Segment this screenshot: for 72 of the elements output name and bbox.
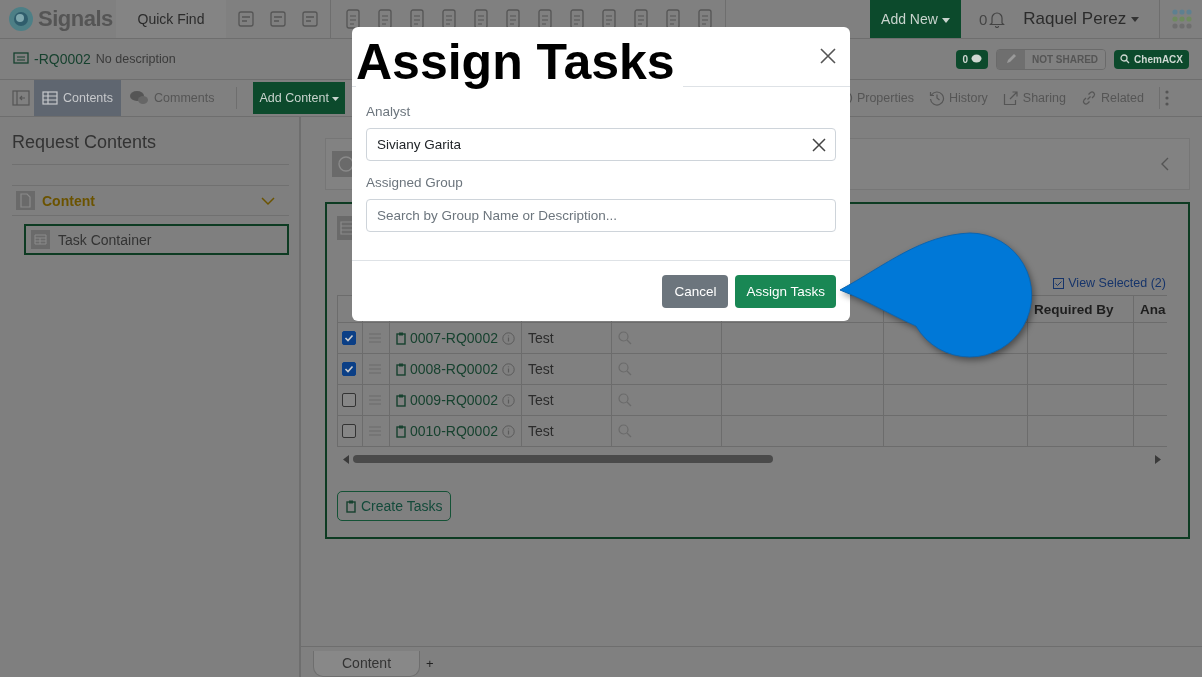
column-header[interactable]: Ana (1133, 296, 1167, 322)
table-cell: Test (528, 423, 554, 439)
sidebar-title: Request Contents (12, 117, 289, 165)
check-icon (344, 333, 354, 343)
clear-icon[interactable] (812, 138, 826, 152)
quick-find-button[interactable]: Quick Find (116, 0, 226, 38)
table-icon (42, 91, 58, 105)
cancel-button[interactable]: Cancel (662, 275, 729, 308)
chemacx-search-button[interactable]: ChemACX (1114, 49, 1189, 69)
collapse-panel-icon[interactable] (12, 90, 30, 106)
add-tab-button[interactable]: + (426, 656, 434, 671)
caret-icon (332, 96, 340, 101)
task-id-link[interactable]: 0009-RQ0002 (410, 392, 498, 408)
scroll-right-icon[interactable] (1155, 454, 1161, 464)
checkbox-icon (1053, 277, 1065, 289)
sheet-tab[interactable]: Content (313, 651, 421, 677)
add-content-button[interactable]: Add Content (253, 82, 346, 114)
row-checkbox[interactable] (342, 362, 356, 376)
clipboard-icon (396, 362, 406, 376)
record-description: No description (95, 52, 176, 66)
clipboard-icon (396, 424, 406, 438)
caret-icon (941, 17, 950, 23)
table-cell: Test (528, 392, 554, 408)
assign-tasks-button[interactable]: Assign Tasks (735, 275, 836, 308)
section-header[interactable]: Content (12, 185, 289, 216)
create-tasks-button[interactable]: Create Tasks (337, 491, 452, 521)
info-icon (332, 151, 354, 177)
speech-bubbles-icon (129, 90, 150, 106)
row-checkbox[interactable] (342, 424, 356, 438)
view-tab[interactable]: Contents (34, 80, 122, 116)
pencil-icon (1004, 53, 1017, 65)
notification-count: 0 (978, 10, 988, 28)
info-icon[interactable] (501, 424, 515, 438)
clipboard-icon (396, 393, 406, 407)
more-options-icon[interactable] (1164, 89, 1170, 107)
scroll-left-icon[interactable] (343, 454, 349, 464)
history-icon (928, 90, 945, 106)
view-selected-link[interactable]: View Selected (2) (1053, 276, 1166, 290)
logo-icon (8, 6, 34, 32)
check-icon (344, 364, 354, 374)
sidebar-item[interactable]: Task Container (24, 224, 289, 255)
bell-icon[interactable] (989, 10, 1006, 28)
row-checkbox[interactable] (342, 393, 356, 407)
speech-bubble-icon (970, 54, 982, 64)
user-menu[interactable]: Raquel Perez (1023, 9, 1139, 29)
record-id: -RQ0002 (34, 51, 91, 67)
clipboard-icon (396, 331, 406, 345)
group-search-field[interactable]: Search by Group Name or Description... (366, 199, 836, 232)
clipboard-icon[interactable] (375, 8, 395, 30)
close-icon[interactable] (820, 48, 836, 64)
task-id-link[interactable]: 0008-RQ0002 (410, 361, 498, 377)
layout-icon[interactable] (236, 9, 256, 29)
table-cell: Test (528, 330, 554, 346)
comment-count-button[interactable]: 0 (956, 49, 988, 69)
info-icon[interactable] (501, 331, 515, 345)
field-label: Analyst (366, 104, 412, 119)
field-label: Assigned Group (366, 175, 464, 190)
request-icon (13, 52, 29, 66)
caret-icon (1131, 17, 1139, 22)
share-icon (1002, 90, 1019, 106)
link-icon (1080, 90, 1097, 106)
table-cell: Test (528, 361, 554, 377)
add-new-button[interactable]: Add New (869, 0, 961, 38)
document-icon (16, 191, 35, 210)
table-icon (31, 230, 50, 249)
row-checkbox[interactable] (342, 331, 356, 345)
info-icon[interactable] (501, 362, 515, 376)
task-id-link[interactable]: 0007-RQ0002 (410, 330, 498, 346)
analyst-field[interactable]: Siviany Garita (366, 128, 836, 161)
task-id-link[interactable]: 0010-RQ0002 (410, 423, 498, 439)
info-icon[interactable] (501, 393, 515, 407)
chevron-left-icon[interactable] (1161, 157, 1169, 171)
